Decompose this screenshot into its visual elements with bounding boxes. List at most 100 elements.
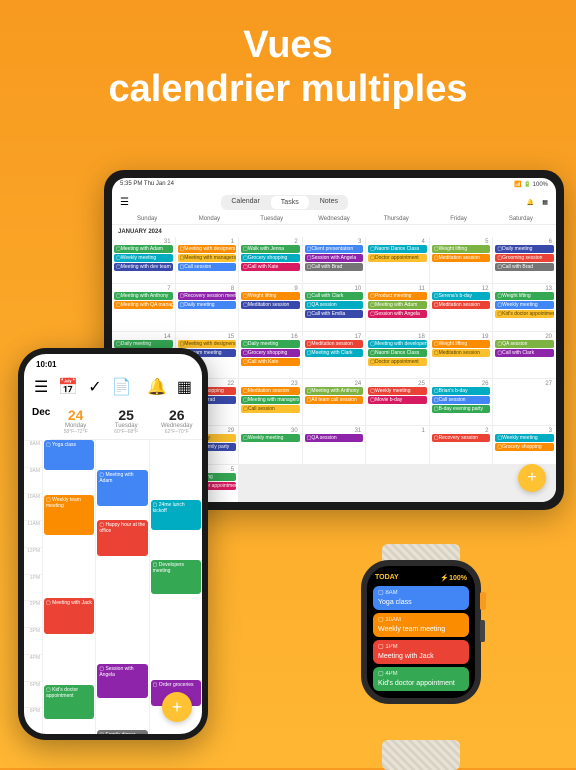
grid-icon[interactable]: ▦ — [177, 377, 192, 397]
watch-side-button[interactable] — [480, 620, 485, 642]
event-chip[interactable]: ▢Weight lifting — [495, 292, 554, 300]
event-chip[interactable]: ▢B-day evening party — [432, 405, 491, 413]
event-chip[interactable]: ▢Call session — [241, 405, 300, 413]
add-button[interactable]: + — [518, 464, 546, 492]
day-cell[interactable]: 20▢QA session▢Call with Clark — [493, 332, 556, 378]
event-chip[interactable]: ▢Weight lifting — [432, 245, 491, 253]
day-cell[interactable]: 27 — [493, 379, 556, 425]
day-cell[interactable]: 19▢Weight lifting▢Meditation session — [430, 332, 493, 378]
tab-notes[interactable]: Notes — [310, 195, 348, 210]
watch-crown[interactable] — [480, 592, 486, 610]
event-chip[interactable]: ▢Recovery session — [432, 434, 491, 442]
tab-tasks[interactable]: Tasks — [271, 196, 309, 209]
event-chip[interactable]: ▢Grocery shopping — [241, 254, 300, 262]
event-block[interactable]: ▢ Developers meeting — [151, 560, 201, 594]
event-chip[interactable]: ▢Weekly meeting — [495, 301, 554, 309]
day-cell[interactable]: 13▢Weight lifting▢Weekly meeting▢Kid's d… — [493, 284, 556, 330]
day-cell[interactable]: 2▢Recovery session — [430, 426, 493, 463]
event-chip[interactable]: ▢Call with Clark — [305, 292, 364, 300]
event-chip[interactable]: ▢Daily meeting — [178, 301, 237, 309]
bell-icon[interactable]: 🔔 — [527, 199, 534, 206]
event-chip[interactable]: ▢Call session — [432, 396, 491, 404]
watch-event-list[interactable]: ▢ 8AMYoga class▢ 10AMWeekly team meeting… — [373, 586, 469, 691]
event-chip[interactable]: ▢Meditation session — [241, 301, 300, 309]
day-cell[interactable]: 25▢Weekly meeting▢Movie b-day — [366, 379, 429, 425]
event-block[interactable]: ▢ Meeting with Jack — [44, 598, 94, 634]
event-block[interactable]: ▢ Meeting with Adam — [97, 470, 147, 506]
day-cell[interactable]: 31▢Meeting with Adam▢Weekly meeting▢Meet… — [112, 237, 175, 283]
event-chip[interactable]: ▢Serena's b-day — [432, 292, 491, 300]
day-cell[interactable]: 7▢Meeting with Anthony▢Meeting with QA m… — [112, 284, 175, 330]
check-icon[interactable]: ✓ — [88, 377, 101, 397]
event-chip[interactable]: ▢Naomi Dance Class — [368, 245, 427, 253]
event-block[interactable]: ▢ Family dinner — [97, 730, 147, 734]
event-chip[interactable]: ▢Session with Angela — [305, 254, 364, 262]
event-chip[interactable]: ▢QA session — [495, 340, 554, 348]
event-block[interactable]: ▢ 24me lunch kickoff — [151, 500, 201, 530]
event-chip[interactable]: ▢Grocery shopping — [495, 443, 554, 451]
day-cell[interactable]: 12▢Serena's b-day▢Meditation session — [430, 284, 493, 330]
event-chip[interactable]: ▢Daily meeting — [114, 340, 173, 348]
segmented-control[interactable]: CalendarTasksNotes — [221, 195, 348, 210]
event-chip[interactable]: ▢Weekly meeting — [495, 434, 554, 442]
schedule-grid[interactable]: ▢ Yoga class▢ Weekly team meeting▢ Meeti… — [42, 440, 202, 734]
watch-event[interactable]: ▢ 10AMWeekly team meeting — [373, 613, 469, 637]
event-chip[interactable]: ▢Meeting with Anthony — [305, 387, 364, 395]
event-chip[interactable]: ▢Client presentation — [305, 245, 364, 253]
event-chip[interactable]: ▢Meeting with managers — [241, 396, 300, 404]
day-cell[interactable]: 1 — [366, 426, 429, 463]
day-column[interactable]: 24Monday58°F–72°F — [50, 403, 101, 439]
event-chip[interactable]: ▢Doctor appointment — [368, 254, 427, 262]
day-cell[interactable]: 11▢Product meeting▢Meeting with Adam▢Ses… — [366, 284, 429, 330]
event-chip[interactable]: ▢Weekly meeting — [114, 254, 173, 262]
event-chip[interactable]: ▢Call with Kate — [241, 358, 300, 366]
event-chip[interactable]: ▢Meeting with designers — [178, 340, 237, 348]
watch-event[interactable]: ▢ 1PMMeeting with Jack — [373, 640, 469, 664]
day-cell[interactable]: 3▢Client presentation▢Session with Angel… — [303, 237, 366, 283]
day-column[interactable]: 25Tuesday60°F–68°F — [101, 403, 152, 439]
bell-icon[interactable]: 🔔 — [147, 377, 167, 397]
event-chip[interactable]: ▢Meeting with QA manager — [114, 301, 173, 309]
event-chip[interactable]: ▢Weight lifting — [241, 292, 300, 300]
tab-calendar[interactable]: Calendar — [221, 195, 269, 210]
event-chip[interactable]: ▢Meditation session — [241, 387, 300, 395]
event-chip[interactable]: ▢Session with Angela — [368, 310, 427, 318]
event-chip[interactable]: ▢QA session — [305, 434, 364, 442]
event-chip[interactable]: ▢Walk with Jenna — [241, 245, 300, 253]
event-chip[interactable]: ▢Product meeting — [368, 292, 427, 300]
event-chip[interactable]: ▢Meeting with Adam — [368, 301, 427, 309]
event-chip[interactable]: ▢Movie b-day — [368, 396, 427, 404]
event-chip[interactable]: ▢Call with Brad — [495, 263, 554, 271]
grid-icon[interactable]: ▦ — [542, 199, 548, 206]
event-chip[interactable]: ▢Meeting with Anthony — [114, 292, 173, 300]
menu-icon[interactable]: ☰ — [120, 197, 129, 208]
event-chip[interactable]: ▢Recovery session meeting — [178, 292, 237, 300]
day-cell[interactable]: 17▢Meditation session▢Meeting with Clark — [303, 332, 366, 378]
event-chip[interactable]: ▢Daily meeting — [495, 245, 554, 253]
event-chip[interactable]: ▢Call session — [178, 263, 237, 271]
day-cell[interactable]: 5▢Weight lifting▢Meditation session — [430, 237, 493, 283]
event-chip[interactable]: ▢QA session — [305, 301, 364, 309]
event-chip[interactable]: ▢Naomi Dance Class — [368, 349, 427, 357]
day-cell[interactable]: 9▢Weight lifting▢Meditation session — [239, 284, 302, 330]
event-block[interactable]: ▢ Kid's doctor appointment — [44, 685, 94, 719]
event-chip[interactable]: ▢Meditation session — [432, 254, 491, 262]
event-chip[interactable]: ▢All team call session — [305, 396, 364, 404]
day-cell[interactable]: 31▢QA session — [303, 426, 366, 463]
event-chip[interactable]: ▢Weekly meeting — [241, 434, 300, 442]
event-chip[interactable]: ▢Grooming session — [495, 254, 554, 262]
day-cell[interactable]: 16▢Daily meeting▢Grocery shopping▢Call w… — [239, 332, 302, 378]
event-chip[interactable]: ▢Call with Clark — [495, 349, 554, 357]
event-chip[interactable]: ▢Meeting with developers — [368, 340, 427, 348]
day-column[interactable]: 26Wednesday62°F–70°F — [151, 403, 202, 439]
day-cell[interactable]: 1▢Meeting with designers▢Meeting with ma… — [176, 237, 239, 283]
watch-event[interactable]: ▢ 4PMKid's doctor appointment — [373, 667, 469, 691]
day-cell[interactable]: 4▢Naomi Dance Class▢Doctor appointment — [366, 237, 429, 283]
day-cell[interactable]: 3▢Weekly meeting▢Grocery shopping — [493, 426, 556, 463]
notes-icon[interactable]: 📄 — [112, 377, 132, 397]
calendar-icon[interactable]: 📅 — [58, 377, 78, 397]
day-cell[interactable]: 2▢Walk with Jenna▢Grocery shopping▢Call … — [239, 237, 302, 283]
event-chip[interactable]: ▢Meeting with dev team — [114, 263, 173, 271]
day-cell[interactable]: 24▢Meeting with Anthony▢All team call se… — [303, 379, 366, 425]
day-cell[interactable]: 8▢Recovery session meeting▢Daily meeting — [176, 284, 239, 330]
